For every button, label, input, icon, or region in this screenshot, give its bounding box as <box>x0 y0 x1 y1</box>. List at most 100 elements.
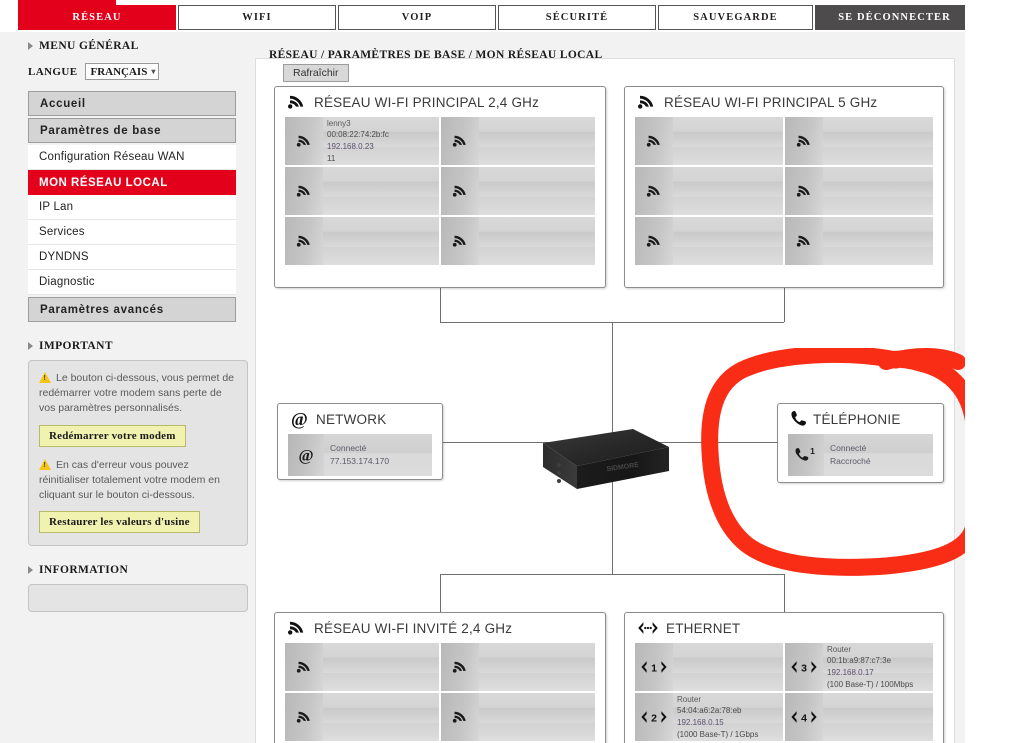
panel-network-title: @ NETWORK <box>278 404 442 434</box>
wifi-icon <box>441 184 479 198</box>
wifi-client-slot[interactable] <box>285 643 439 691</box>
telephonie-status-cell[interactable]: 1 Connecté Raccroché <box>788 434 933 476</box>
ethernet-port-icon: 4 <box>785 710 823 724</box>
factory-reset-button[interactable]: Restaurer les valeurs d'usine <box>39 511 200 534</box>
wifi-icon <box>637 94 657 110</box>
ethernet-port-slot[interactable]: 2 Router 54:04:a6:2a:78:eb 192.168.0.15 … <box>635 693 783 741</box>
port-ip: 192.168.0.15 <box>677 718 724 727</box>
ethernet-port-slot[interactable]: 4 <box>785 693 933 741</box>
port-speed: (1000 Base-T) / 1Gbps <box>677 729 759 739</box>
tab-wifi[interactable]: WIFI <box>178 5 336 30</box>
ethernet-port-number: 2 <box>651 712 657 724</box>
sidebar-item-dyndns[interactable]: DYNDNS <box>28 245 236 270</box>
ethernet-port-slot[interactable]: 3 Router 00:1b:a9:87:c7:3e 192.168.0.17 … <box>785 643 933 691</box>
client-mac: 00:08:22:74:2b:fc <box>327 130 389 140</box>
phone-line-icon: 1 <box>788 446 824 464</box>
client-ip: 192.168.0.23 <box>327 142 374 151</box>
network-status-cell[interactable]: @ Connecté 77.153.174.170 <box>288 434 432 476</box>
sidebar-item-diagnostic-label: Diagnostic <box>39 276 95 288</box>
sidebar-item-parametres-avances[interactable]: Paramètres avancés <box>28 297 236 322</box>
wifi-main-5-client-grid <box>625 117 943 275</box>
wifi-client-slot[interactable] <box>285 167 439 215</box>
tab-reseau[interactable]: RÉSEAU <box>18 5 176 30</box>
sidebar-item-accueil-label: Accueil <box>40 97 86 110</box>
important-heading-label: IMPORTANT <box>39 340 113 352</box>
sidebar-item-mon-reseau-local-label: MON RÉSEAU LOCAL <box>39 176 168 189</box>
wifi-client-slot[interactable] <box>441 643 595 691</box>
sidebar-nav-list: Accueil Paramètres de base Configuration… <box>28 91 250 322</box>
breadcrumb: RÉSEAU / PARAMÈTRES DE BASE / MON RÉSEAU… <box>269 49 603 61</box>
wifi-client-slot[interactable] <box>285 693 439 741</box>
wifi-client-info: lenny3 00:08:22:74:2b:fc 192.168.0.23 11 <box>323 118 389 164</box>
wifi-client-slot[interactable] <box>785 167 933 215</box>
restart-modem-button[interactable]: Redémarrer votre modem <box>39 424 186 447</box>
panel-wifi-main-5-label: RÉSEAU WI-FI PRINCIPAL 5 GHz <box>664 94 878 110</box>
sidebar-item-parametres-de-base[interactable]: Paramètres de base <box>28 118 236 143</box>
ethernet-port-info: Router 00:1b:a9:87:c7:3e 192.168.0.17 (1… <box>823 644 913 690</box>
panel-telephonie-title: TÉLÉPHONIE <box>778 404 943 434</box>
ethernet-icon <box>637 621 659 635</box>
wifi-client-slot[interactable] <box>441 117 595 165</box>
information-section-header[interactable]: INFORMATION <box>28 564 250 576</box>
ethernet-port-number: 1 <box>651 662 657 674</box>
wifi-client-slot[interactable] <box>441 693 595 741</box>
panel-ethernet-title: ETHERNET <box>625 613 943 643</box>
wifi-client-slot[interactable] <box>635 117 783 165</box>
connector-line <box>440 574 441 612</box>
panel-network[interactable]: @ NETWORK @ Connecté 77.153.174.170 <box>277 403 443 480</box>
wifi-client-slot[interactable] <box>785 117 933 165</box>
tab-se-deconnecter[interactable]: SE DÉCONNECTER <box>815 5 974 30</box>
important-section-header[interactable]: IMPORTANT <box>28 340 250 352</box>
sidebar-item-diagnostic[interactable]: Diagnostic <box>28 270 236 295</box>
panel-wifi-guest-24-label: RÉSEAU WI-FI INVITÉ 2,4 GHz <box>314 620 513 636</box>
wifi-icon <box>635 184 673 198</box>
sidebar-item-ip-lan[interactable]: IP Lan <box>28 195 236 220</box>
menu-general-header[interactable]: MENU GÉNÉRAL <box>28 40 250 52</box>
wifi-client-slot[interactable]: lenny3 00:08:22:74:2b:fc 192.168.0.23 11 <box>285 117 439 165</box>
wifi-icon <box>287 620 307 636</box>
panel-wifi-guest-24[interactable]: RÉSEAU WI-FI INVITÉ 2,4 GHz <box>274 612 606 743</box>
telephonie-state-text: Raccroché <box>830 456 871 466</box>
important-text-2-wrap: En cas d'erreur vous pouvez réinitialise… <box>39 457 237 503</box>
information-heading-label: INFORMATION <box>39 564 129 577</box>
wifi-client-slot[interactable] <box>635 217 783 265</box>
sidebar-item-services[interactable]: Services <box>28 220 236 245</box>
wifi-client-slot[interactable] <box>441 167 595 215</box>
sidebar-item-configuration-reseau-wan[interactable]: Configuration Réseau WAN <box>28 145 236 170</box>
tab-securite[interactable]: SÉCURITÉ <box>498 5 656 30</box>
at-sign-icon: @ <box>288 446 324 464</box>
warning-icon <box>39 458 51 471</box>
wifi-client-slot[interactable] <box>635 167 783 215</box>
port-mac: 54:04:a6:2a:78:eb <box>677 706 742 716</box>
panel-ethernet[interactable]: ETHERNET 1 3 Router 00:1b:a9:87:c7:3e 19… <box>624 612 944 743</box>
wifi-main-24-client-grid: lenny3 00:08:22:74:2b:fc 192.168.0.23 11 <box>275 117 605 275</box>
tab-sauvegarde[interactable]: SAUVEGARDE <box>658 5 813 30</box>
wifi-icon <box>785 134 823 148</box>
panel-telephonie[interactable]: TÉLÉPHONIE 1 Connecté Raccroché <box>777 403 944 483</box>
panel-wifi-main-5[interactable]: RÉSEAU WI-FI PRINCIPAL 5 GHz <box>624 86 944 288</box>
left-gutter <box>0 32 18 743</box>
ethernet-port-number: 4 <box>801 712 807 724</box>
ethernet-port-icon: 1 <box>635 660 673 674</box>
language-select[interactable]: FRANÇAIS ▾ <box>85 63 160 80</box>
panel-wifi-main-24[interactable]: RÉSEAU WI-FI PRINCIPAL 2,4 GHz lenny3 00… <box>274 86 606 288</box>
wifi-client-slot[interactable] <box>285 217 439 265</box>
panel-ethernet-label: ETHERNET <box>666 620 741 636</box>
sidebar-item-parametres-de-base-label: Paramètres de base <box>40 124 162 137</box>
port-device-name: Router <box>677 694 702 704</box>
wifi-icon <box>285 660 323 674</box>
sidebar-item-ip-lan-label: IP Lan <box>39 201 74 213</box>
wifi-client-slot[interactable] <box>441 217 595 265</box>
sidebar-item-mon-reseau-local[interactable]: MON RÉSEAU LOCAL <box>28 170 236 195</box>
sidebar-item-accueil[interactable]: Accueil <box>28 91 236 116</box>
panel-network-label: NETWORK <box>316 411 387 427</box>
chevron-right-icon <box>28 566 33 575</box>
tab-voip[interactable]: VOIP <box>338 5 496 30</box>
wifi-icon <box>635 234 673 248</box>
connector-line <box>784 574 785 612</box>
connector-line <box>440 574 784 575</box>
ethernet-port-slot[interactable]: 1 <box>635 643 783 691</box>
language-row: LANGUE FRANÇAIS ▾ <box>28 63 250 80</box>
wifi-client-slot[interactable] <box>785 217 933 265</box>
wifi-icon <box>285 234 323 248</box>
